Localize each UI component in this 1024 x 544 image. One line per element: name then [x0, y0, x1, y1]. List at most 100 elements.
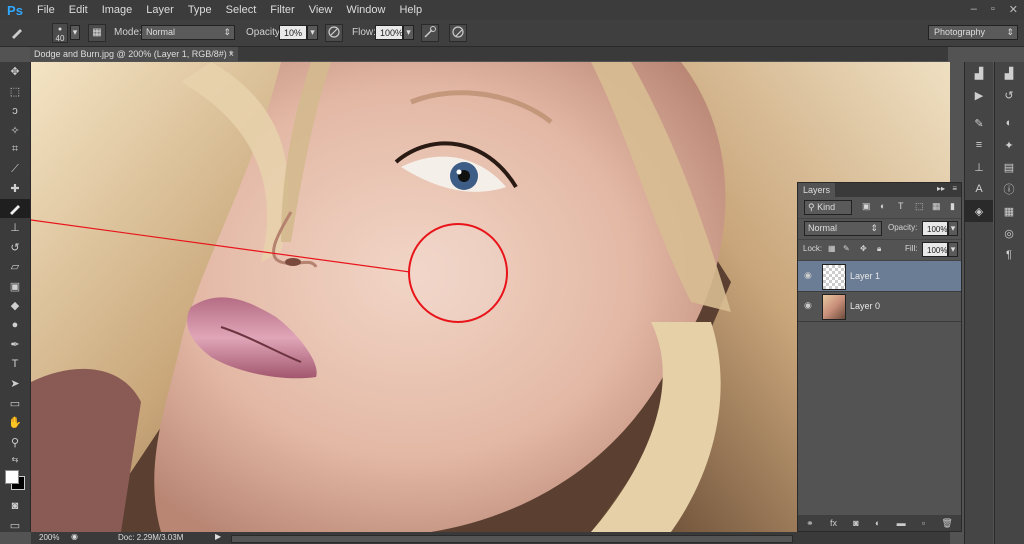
shape-tool-icon[interactable]: ▭ [0, 394, 30, 414]
menu-file[interactable]: File [30, 0, 62, 20]
menu-view[interactable]: View [302, 0, 340, 20]
flow-input[interactable]: 100% [375, 25, 403, 40]
layer-row-layer-1[interactable]: ◉ Layer 1 [798, 261, 961, 292]
blur-tool-icon[interactable]: ◆ [0, 296, 30, 316]
hand-tool-icon[interactable]: ✋ [0, 413, 30, 433]
airbrush-icon[interactable] [421, 24, 439, 42]
new-layer-icon[interactable]: ▫ [922, 518, 925, 528]
lasso-tool-icon[interactable]: ↄ [0, 101, 30, 121]
menu-filter[interactable]: Filter [263, 0, 301, 20]
flow-dropdown[interactable]: ▾ [403, 25, 414, 40]
add-mask-icon[interactable]: ◙ [853, 518, 858, 528]
layer-row-layer-0[interactable]: ◉ Layer 0 [798, 291, 961, 322]
eyedropper-tool-icon[interactable]: ⟋ [0, 160, 30, 180]
filter-adjustment-icon[interactable]: ◐ [880, 201, 885, 211]
layers-panel-icon[interactable]: ◈ [965, 200, 993, 222]
visibility-eye-icon[interactable]: ◉ [804, 270, 812, 281]
dodge-tool-icon[interactable]: ● [0, 316, 30, 336]
filter-toggle-icon[interactable]: ▮ [950, 201, 955, 212]
blend-mode-select[interactable]: Normal ⇕ [804, 221, 882, 236]
lock-position-icon[interactable]: ✥ [860, 244, 867, 253]
close-window-button[interactable]: ✕ [1009, 3, 1018, 16]
brush-picker-dropdown[interactable]: ▾ [70, 25, 80, 40]
brush-presets-panel-icon[interactable]: ≡ [965, 134, 993, 156]
lock-image-icon[interactable]: ✎ [843, 244, 850, 253]
eraser-tool-icon[interactable]: ▱ [0, 257, 30, 277]
filter-shape-icon[interactable]: ⬚ [915, 201, 924, 212]
marquee-tool-icon[interactable]: ⬚ [0, 82, 30, 102]
status-menu-arrow[interactable]: ▶ [215, 532, 221, 541]
screen-mode-icon[interactable]: ▭ [0, 516, 30, 536]
close-document-icon[interactable]: × [229, 47, 234, 61]
brush-panel-icon[interactable]: ✎ [965, 112, 993, 134]
workspace-select[interactable]: Photography ⇕ [928, 25, 1018, 40]
layer-opacity-input[interactable]: 100% [922, 221, 948, 236]
fill-dropdown[interactable]: ▾ [948, 242, 958, 257]
new-group-icon[interactable]: ▬ [897, 518, 906, 528]
quick-mask-icon[interactable]: ◙ [0, 496, 30, 516]
restore-button[interactable]: ▫ [991, 3, 995, 16]
move-tool-icon[interactable]: ✥ [0, 62, 30, 82]
filter-pixel-icon[interactable]: ▣ [862, 201, 871, 212]
gradient-tool-icon[interactable]: ▣ [0, 277, 30, 297]
color-swatches[interactable] [0, 466, 30, 496]
brush-tool-preset-icon[interactable] [8, 24, 26, 42]
styles-panel-icon[interactable]: ✦ [995, 134, 1023, 156]
swatches-panel-icon[interactable]: ▦ [995, 200, 1023, 222]
opacity-input[interactable]: 10% [279, 25, 307, 40]
menu-type[interactable]: Type [181, 0, 219, 20]
layer-style-fx-icon[interactable]: fx [830, 518, 837, 528]
delete-layer-icon[interactable]: 🗑︎ [941, 518, 952, 529]
lock-all-icon[interactable]: 🔒︎ [877, 244, 881, 254]
brush-tool-icon[interactable] [0, 198, 30, 218]
menu-layer[interactable]: Layer [139, 0, 181, 20]
clone-stamp-tool-icon[interactable]: ⊥ [0, 218, 30, 238]
character-panel-icon[interactable]: A [965, 178, 993, 200]
history-panel-icon[interactable]: ↺ [995, 84, 1023, 106]
link-layers-icon[interactable]: ⚭ [806, 518, 814, 529]
adjustments-panel-icon[interactable]: ◐ [995, 112, 1023, 134]
histogram-panel-icon[interactable]: ▟ [965, 62, 993, 84]
zoom-tool-icon[interactable]: ⚲ [0, 433, 30, 453]
properties-panel-icon[interactable]: ▤ [995, 156, 1023, 178]
pen-tool-icon[interactable]: ✒ [0, 335, 30, 355]
menu-image[interactable]: Image [95, 0, 140, 20]
opacity-dropdown[interactable]: ▾ [307, 25, 318, 40]
history-brush-tool-icon[interactable]: ↺ [0, 238, 30, 258]
menu-select[interactable]: Select [219, 0, 264, 20]
pressure-size-icon[interactable] [449, 24, 467, 42]
actions-panel-icon[interactable]: ▶ [965, 84, 993, 106]
minimize-button[interactable]: – [971, 3, 977, 16]
info-panel-icon[interactable]: ⓘ [995, 178, 1023, 200]
horizontal-scrollbar[interactable] [231, 535, 793, 543]
collapse-panel-icon[interactable]: ▸▸ [937, 184, 945, 193]
menu-help[interactable]: Help [392, 0, 429, 20]
visibility-eye-icon[interactable]: ◉ [804, 300, 812, 311]
channels-panel-icon[interactable]: ◎ [995, 222, 1023, 244]
adjustment-layer-icon[interactable]: ◐ [875, 518, 880, 528]
brush-size-picker[interactable]: ● 40 [52, 23, 68, 43]
document-tab[interactable]: Dodge and Burn.jpg @ 200% (Layer 1, RGB/… [30, 47, 238, 61]
foreground-color-swatch[interactable] [5, 470, 19, 484]
layers-tab[interactable]: Layers [798, 183, 836, 197]
path-selection-tool-icon[interactable]: ➤ [0, 374, 30, 394]
healing-brush-tool-icon[interactable]: ✚ [0, 179, 30, 199]
crop-tool-icon[interactable]: ⌗ [0, 140, 30, 160]
swap-colors-icon[interactable]: ⇆ [0, 452, 30, 466]
clone-source-panel-icon[interactable]: ⊥ [965, 156, 993, 178]
menu-edit[interactable]: Edit [62, 0, 95, 20]
filter-kind-select[interactable]: ⚲ Kind [804, 200, 852, 215]
filter-type-icon[interactable]: T [898, 201, 904, 211]
status-info-icon[interactable]: ◉ [71, 532, 78, 541]
lock-transparent-icon[interactable]: ▦ [828, 244, 836, 253]
brush-panel-toggle-icon[interactable]: ▦ [88, 24, 106, 42]
menu-window[interactable]: Window [339, 0, 392, 20]
quick-selection-tool-icon[interactable]: ✧ [0, 121, 30, 141]
fill-input[interactable]: 100% [922, 242, 948, 257]
pressure-opacity-icon[interactable] [325, 24, 343, 42]
zoom-level[interactable]: 200% [39, 533, 59, 542]
type-tool-icon[interactable]: T [0, 355, 30, 375]
navigator-panel-icon[interactable]: ▟ [995, 62, 1023, 84]
panel-menu-icon[interactable]: ≡ [952, 184, 957, 193]
paragraph-panel-icon[interactable]: ¶ [995, 244, 1023, 266]
